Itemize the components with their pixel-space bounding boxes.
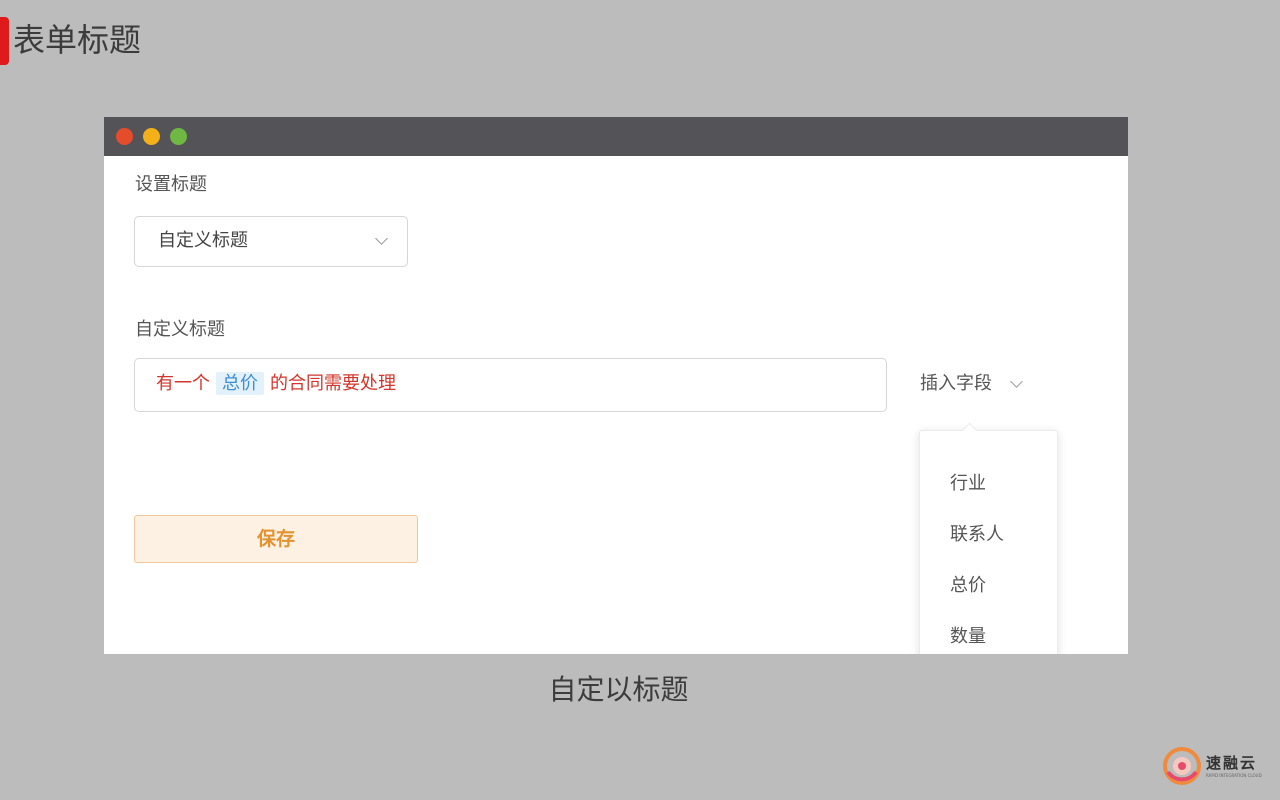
dropdown-pointer (961, 422, 978, 439)
title-text-prefix: 有一个 (156, 373, 210, 394)
window-minimize-button[interactable] (143, 128, 160, 145)
chevron-down-icon (1010, 375, 1023, 388)
insert-field-label: 插入字段 (920, 373, 992, 394)
dropdown-item-industry[interactable]: 行业 (950, 472, 986, 496)
brand-logo: 速融云 RAPID INTEGRATION CLOUD (1162, 744, 1272, 788)
slide-caption: 自定以标题 (548, 673, 689, 706)
title-text-suffix: 的合同需要处理 (270, 373, 396, 394)
title-accent-bar (0, 17, 9, 65)
window-close-button[interactable] (116, 128, 133, 145)
dropdown-item-quantity[interactable]: 数量 (950, 625, 986, 649)
custom-title-label: 自定义标题 (135, 319, 225, 340)
custom-title-input[interactable]: 有一个 总价 的合同需要处理 (134, 358, 887, 412)
slide-title: 表单标题 (13, 21, 142, 59)
brand-subtext: RAPID INTEGRATION CLOUD (1206, 773, 1262, 778)
title-type-select[interactable]: 自定义标题 (134, 216, 408, 267)
inserted-field-tag[interactable]: 总价 (216, 372, 264, 395)
dropdown-item-total-price[interactable]: 总价 (950, 574, 986, 598)
dropdown-item-contact[interactable]: 联系人 (950, 523, 1004, 547)
brand-logo-icon (1163, 747, 1201, 785)
window-maximize-button[interactable] (170, 128, 187, 145)
insert-field-button[interactable]: 插入字段 (920, 372, 1023, 396)
brand-name: 速融云 (1206, 754, 1258, 772)
save-button[interactable]: 保存 (134, 515, 418, 563)
title-setting-label: 设置标题 (135, 174, 207, 195)
window-titlebar (104, 117, 1128, 156)
insert-field-dropdown: 行业 联系人 总价 数量 (919, 422, 1058, 654)
chevron-down-icon (375, 232, 388, 245)
title-type-select-value: 自定义标题 (158, 230, 248, 251)
custom-title-content: 有一个 总价 的合同需要处理 (156, 372, 396, 396)
app-window: 设置标题 自定义标题 自定义标题 有一个 总价 的合同需要处理 插入字段 行业 联系… (104, 117, 1128, 654)
